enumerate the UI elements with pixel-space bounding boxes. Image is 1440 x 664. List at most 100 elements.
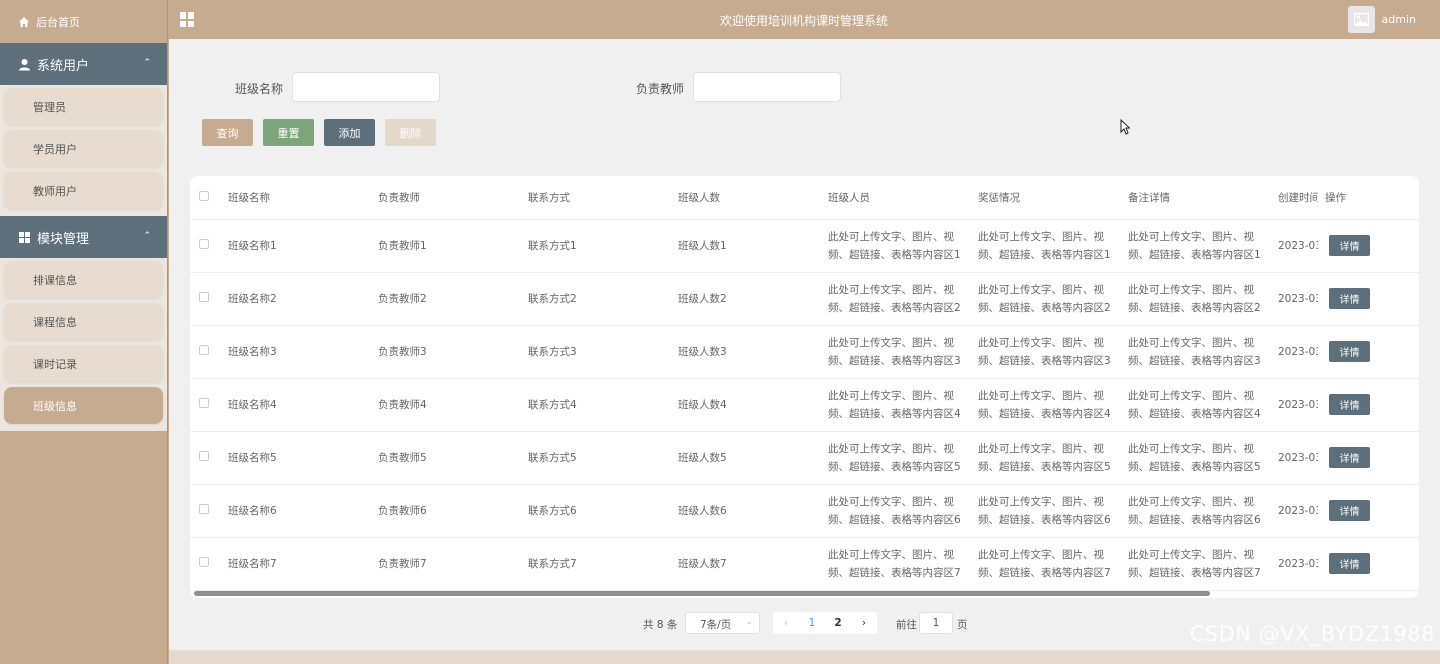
page-number[interactable]: 2	[825, 612, 851, 634]
add-button[interactable]: 添加	[324, 119, 375, 146]
select-all-checkbox[interactable]	[199, 190, 209, 201]
class-name-input[interactable]	[292, 72, 440, 102]
user-icon	[18, 58, 31, 71]
row-checkbox[interactable]	[199, 504, 209, 514]
sidebar-item-label: 管理员	[33, 100, 66, 114]
cell-teacher: 负责教师3	[378, 346, 427, 358]
cell-name: 班级名称5	[228, 452, 277, 464]
row-checkbox[interactable]	[199, 345, 209, 355]
delete-button[interactable]: 删除	[385, 119, 436, 146]
cell-notes: 此处可上传文字、图片、视频、超链接、表格等内容区7	[1128, 548, 1261, 579]
data-table: 班级名称 负责教师 联系方式 班级人数 班级人员 奖惩情况 备注详情 创建时间 …	[190, 176, 1419, 598]
cell-teacher: 负责教师1	[378, 240, 427, 252]
page-size-select[interactable]: 7条/页 ⌄	[685, 612, 760, 634]
grid-icon	[18, 231, 31, 244]
horizontal-scrollbar[interactable]	[194, 591, 1210, 596]
username: admin	[1381, 13, 1416, 26]
teacher-input[interactable]	[693, 72, 841, 102]
next-page-icon[interactable]: ›	[851, 612, 877, 634]
sidebar-item-student-users[interactable]: 学员用户	[4, 130, 163, 167]
cell-count: 班级人数2	[678, 293, 727, 305]
cell-name: 班级名称7	[228, 558, 277, 570]
cell-members: 此处可上传文字、图片、视频、超链接、表格等内容区5	[828, 442, 961, 473]
table-row: 班级名称1 负责教师1 联系方式1 班级人数1 此处可上传文字、图片、视频、超链接、表格…	[190, 219, 1419, 272]
cell-notes: 此处可上传文字、图片、视频、超链接、表格等内容区4	[1128, 389, 1261, 420]
cell-count: 班级人数6	[678, 505, 727, 517]
sidebar-group-system-users[interactable]: 系统用户 ⌃	[0, 43, 167, 85]
prev-page-icon[interactable]: ‹	[773, 612, 799, 634]
cell-teacher: 负责教师5	[378, 452, 427, 464]
row-checkbox[interactable]	[199, 292, 209, 302]
table-row: 班级名称6 负责教师6 联系方式6 班级人数6 此处可上传文字、图片、视频、超链接、表格…	[190, 484, 1419, 537]
table-row: 班级名称5 负责教师5 联系方式5 班级人数5 此处可上传文字、图片、视频、超链接、表格…	[190, 431, 1419, 484]
detail-button[interactable]: 详情	[1329, 288, 1370, 309]
cell-notes: 此处可上传文字、图片、视频、超链接、表格等内容区5	[1128, 442, 1261, 473]
cell-rewards: 此处可上传文字、图片、视频、超链接、表格等内容区6	[978, 495, 1111, 526]
sidebar-item-schedule[interactable]: 排课信息	[4, 261, 163, 298]
sidebar-group-title: 系统用户	[37, 58, 90, 74]
topbar: 欢迎使用培训机构课时管理系统 admin	[168, 0, 1440, 39]
detail-button[interactable]: 详情	[1329, 553, 1370, 574]
cell-teacher: 负责教师6	[378, 505, 427, 517]
cell-name: 班级名称1	[228, 240, 277, 252]
column-header: 负责教师	[378, 191, 420, 204]
sidebar-item-lesson-records[interactable]: 课时记录	[4, 345, 163, 382]
cell-count: 班级人数4	[678, 399, 727, 411]
cell-rewards: 此处可上传文字、图片、视频、超链接、表格等内容区4	[978, 389, 1111, 420]
goto-page-input[interactable]: 1	[919, 612, 953, 634]
sidebar-item-teacher-users[interactable]: 教师用户	[4, 172, 163, 209]
row-checkbox[interactable]	[199, 557, 209, 567]
cell-contact: 联系方式5	[528, 452, 577, 464]
sidebar-group-title: 模块管理	[37, 231, 90, 247]
detail-button[interactable]: 详情	[1329, 235, 1370, 256]
user-menu[interactable]: admin	[1347, 6, 1416, 33]
table-row: 班级名称2 负责教师2 联系方式2 班级人数2 此处可上传文字、图片、视频、超链接、表格…	[190, 272, 1419, 325]
cell-notes: 此处可上传文字、图片、视频、超链接、表格等内容区3	[1128, 336, 1261, 367]
cell-count: 班级人数3	[678, 346, 727, 358]
detail-button[interactable]: 详情	[1329, 341, 1370, 362]
reset-button[interactable]: 重置	[263, 119, 314, 146]
cell-members: 此处可上传文字、图片、视频、超链接、表格等内容区2	[828, 283, 961, 314]
detail-button[interactable]: 详情	[1329, 394, 1370, 415]
row-checkbox[interactable]	[199, 239, 209, 249]
column-header: 班级人员	[828, 191, 870, 204]
sidebar-item-courses[interactable]: 课程信息	[4, 303, 163, 340]
cell-created: 2023-03-	[1278, 504, 1318, 517]
cell-contact: 联系方式2	[528, 293, 577, 305]
table-row: 班级名称7 负责教师7 联系方式7 班级人数7 此处可上传文字、图片、视频、超链接、表格…	[190, 537, 1419, 590]
cell-contact: 联系方式3	[528, 346, 577, 358]
search-form: 班级名称 负责教师	[169, 72, 1440, 102]
app-title: 欢迎使用培训机构课时管理系统	[719, 14, 888, 28]
sidebar-item-label: 教师用户	[33, 184, 77, 198]
cell-count: 班级人数7	[678, 558, 727, 570]
detail-button[interactable]: 详情	[1329, 447, 1370, 468]
image-icon	[1353, 13, 1369, 26]
cell-members: 此处可上传文字、图片、视频、超链接、表格等内容区1	[828, 230, 961, 261]
avatar[interactable]	[1347, 6, 1375, 33]
cell-created: 2023-03-	[1278, 239, 1318, 252]
table-row: 班级名称3 负责教师3 联系方式3 班级人数3 此处可上传文字、图片、视频、超链接、表格…	[190, 325, 1419, 378]
column-header: 奖惩情况	[978, 191, 1020, 204]
sidebar-item-label: 课时记录	[33, 357, 77, 371]
column-header: 备注详情	[1128, 191, 1170, 204]
cell-notes: 此处可上传文字、图片、视频、超链接、表格等内容区2	[1128, 283, 1261, 314]
sidebar-group-module-management[interactable]: 模块管理 ⌃	[0, 216, 167, 258]
detail-button[interactable]: 详情	[1329, 500, 1370, 521]
sidebar-home[interactable]: 后台首页	[0, 0, 167, 43]
page-number[interactable]: 1	[799, 612, 825, 634]
query-button[interactable]: 查询	[202, 119, 253, 146]
table-row: 班级名称4 负责教师4 联系方式4 班级人数4 此处可上传文字、图片、视频、超链接、表格…	[190, 378, 1419, 431]
teacher-label: 负责教师	[636, 82, 685, 96]
cell-members: 此处可上传文字、图片、视频、超链接、表格等内容区3	[828, 336, 961, 367]
sidebar-item-class-info[interactable]: 班级信息	[4, 387, 163, 424]
goto-label: 前往	[896, 619, 917, 631]
cell-contact: 联系方式4	[528, 399, 577, 411]
cell-created: 2023-03-	[1278, 292, 1318, 305]
sidebar-item-label: 班级信息	[33, 399, 77, 413]
row-checkbox[interactable]	[199, 451, 209, 461]
row-checkbox[interactable]	[199, 398, 209, 408]
sidebar-item-admin[interactable]: 管理员	[4, 88, 163, 125]
column-header: 联系方式	[528, 191, 570, 204]
chevron-up-icon: ⌃	[143, 58, 151, 68]
cell-teacher: 负责教师7	[378, 558, 427, 570]
